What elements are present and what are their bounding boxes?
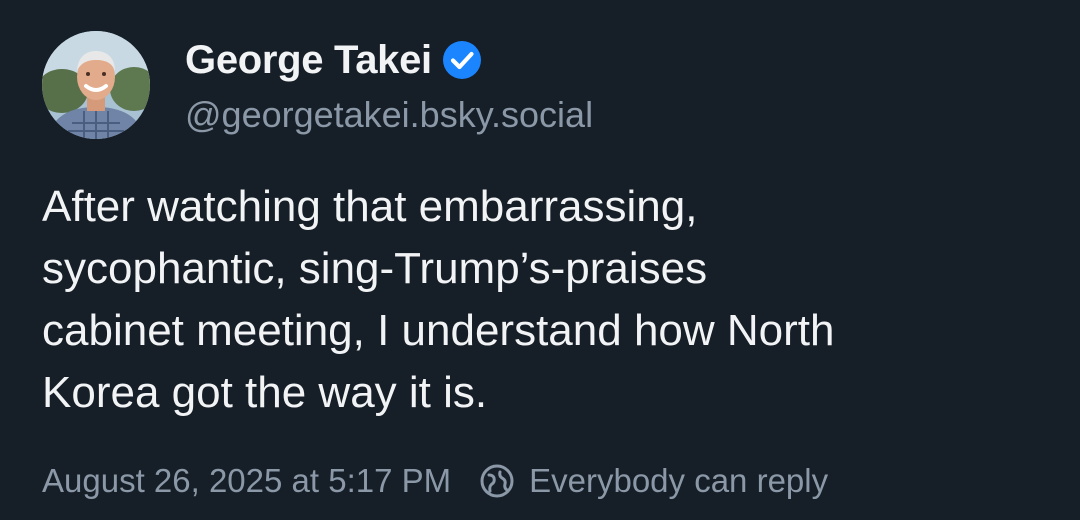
author-handle[interactable]: @georgetakei.bsky.social — [185, 94, 593, 136]
post-meta: August 26, 2025 at 5:17 PM Everybody can… — [42, 462, 828, 500]
avatar[interactable] — [42, 31, 150, 139]
post-text: After watching that embarrassing, sycoph… — [42, 182, 835, 417]
name-row: George Takei — [185, 34, 593, 86]
post-timestamp[interactable]: August 26, 2025 at 5:17 PM — [42, 462, 451, 500]
post-header: George Takei @georgetakei.bsky.social — [42, 30, 593, 140]
reply-setting-label: Everybody can reply — [529, 462, 829, 499]
author-display-name[interactable]: George Takei — [185, 38, 432, 83]
verified-badge-icon[interactable] — [442, 40, 482, 80]
post-card: George Takei @georgetakei.bsky.social Af… — [0, 0, 1080, 520]
globe-reply-icon — [479, 463, 515, 499]
author-names: George Takei @georgetakei.bsky.social — [185, 34, 593, 136]
reply-setting: Everybody can reply — [479, 462, 828, 500]
avatar-photo-icon — [42, 31, 150, 139]
